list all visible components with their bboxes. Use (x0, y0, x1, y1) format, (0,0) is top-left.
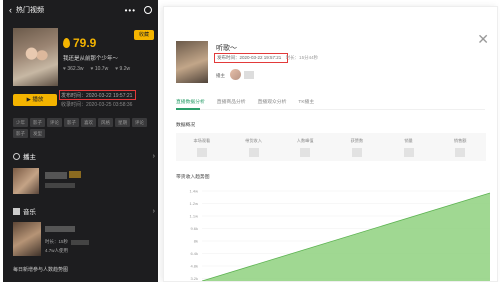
tab-live-audience[interactable]: 直播观众分析 (258, 98, 287, 105)
phone-panel: ‹ 热门视频 ••• 79.9 收藏 我还是从前那个少年～ 362.3w 10.… (3, 0, 158, 282)
summary-metrics: 本场观看 带货收入 人数峰值 获赞数 销量 销售额 (176, 133, 486, 161)
tag[interactable]: 影子 (64, 118, 79, 127)
metric-label: 销售额 (453, 138, 467, 143)
owner-name-redacted (45, 172, 67, 179)
y-tick-label: 1.4w (190, 189, 199, 194)
dialog-tabs: 直播数据分析 直播商品分析 直播观众分析 TK播主 (176, 98, 485, 110)
revenue-trend-chart: 1.4w 1.2w 1.1w 9.6k 8k 6.4k 4.8k 3.2k (190, 189, 491, 281)
y-tick-label: 3.2k (190, 276, 198, 281)
record-time: 收录时间：2020-03-25 03:58:36 (61, 102, 133, 108)
metric-label: 销量 (404, 138, 413, 143)
owner-section-header[interactable]: 播主 › (13, 151, 155, 161)
owner-section-title: 播主 (23, 154, 36, 161)
owner-avatar[interactable] (13, 168, 39, 194)
flame-icon (63, 38, 70, 48)
trend-footer: 每日新增参与人数趋势图 (13, 267, 69, 273)
y-tick-label: 9.6k (190, 226, 198, 231)
y-tick-label: 8k (194, 239, 198, 244)
owner-icon (13, 152, 20, 160)
metric-value-redacted (403, 148, 414, 157)
metric-label: 带货收入 (245, 138, 262, 143)
y-tick-label: 4.8k (190, 264, 198, 269)
metric-card: 本场观看 (176, 133, 228, 161)
live-publish-value: 发布时间：2020-03-22 19:57:21 (217, 55, 282, 60)
live-detail-dialog: ✕ 听歌～ 发布时间：2020-03-22 19:57:21 时长：15分44秒… (163, 6, 498, 282)
phone-topbar: ‹ 热门视频 ••• (3, 0, 158, 20)
tab-tk-owner[interactable]: TK播主 (298, 98, 314, 105)
tag[interactable]: 影子 (30, 118, 45, 127)
collect-button[interactable]: 收藏 (134, 30, 154, 40)
phone-title: 热门视频 (16, 7, 44, 14)
publish-time: 发布时间：2020-03-22 19:57:21 (61, 92, 133, 99)
metric-card: 销售额 (434, 133, 486, 161)
live-title: 听歌～ (216, 45, 237, 52)
y-tick-label: 6.4k (190, 251, 198, 256)
video-cover[interactable] (13, 28, 58, 86)
tag-list: 少年 影子 评论 影子 喜欢 风格 星期 评论 影子 发型 (13, 118, 153, 138)
summary-title: 数据概况 (176, 123, 196, 128)
metric-value-redacted (455, 148, 466, 157)
play-button[interactable]: ▶ 播放 (13, 94, 57, 106)
music-section-title: 音乐 (23, 209, 36, 216)
metric-label: 获赞数 (350, 138, 364, 143)
tab-live-data[interactable]: 直播数据分析 (176, 98, 205, 105)
tag[interactable]: 影子 (13, 129, 28, 138)
metric-card: 带货收入 (228, 133, 280, 161)
metric-label: 本场观看 (193, 138, 211, 143)
like-count: 362.3w (63, 66, 83, 72)
owner-name-redacted (244, 71, 254, 79)
tag[interactable]: 发型 (30, 129, 45, 138)
chevron-right-icon: › (152, 207, 155, 215)
close-icon[interactable]: ✕ (477, 31, 489, 48)
y-tick-label: 1.2w (190, 201, 199, 206)
share-count: 9.2w (115, 66, 131, 72)
price-row: 79.9 (63, 36, 96, 50)
music-name-redacted (45, 226, 75, 232)
tag[interactable]: 星期 (115, 118, 130, 127)
music-section-header[interactable]: 音乐 › (13, 206, 155, 216)
music-thumbnail[interactable] (13, 222, 41, 256)
music-extra-redacted (71, 240, 89, 245)
metric-value-redacted (196, 148, 207, 157)
music-duration: 时长：15秒 (45, 239, 69, 244)
tag[interactable]: 喜欢 (81, 118, 96, 127)
metric-card: 销量 (383, 133, 435, 161)
owner-avatar[interactable] (230, 69, 241, 80)
y-tick-label: 1.1w (190, 214, 199, 219)
video-caption: 我还是从前那个少年～ (63, 56, 119, 62)
tag[interactable]: 少年 (13, 118, 28, 127)
metric-value-redacted (300, 148, 311, 157)
live-publish-time: 发布时间：2020-03-22 19:57:21 时长：15分44秒 (217, 55, 318, 61)
metric-label: 人数峰值 (296, 138, 314, 143)
tab-live-products[interactable]: 直播商品分析 (217, 98, 246, 105)
chart-title: 带货收入趋势图 (176, 175, 210, 180)
target-icon[interactable] (144, 6, 152, 14)
tag[interactable]: 评论 (47, 118, 62, 127)
owner-badge (69, 171, 81, 178)
metric-value-redacted (351, 148, 362, 157)
more-icon[interactable]: ••• (125, 6, 136, 15)
screen: ‹ 热门视频 ••• 79.9 收藏 我还是从前那个少年～ 362.3w 10.… (0, 0, 500, 282)
tag[interactable]: 风格 (98, 118, 113, 127)
owner-sub-redacted (45, 183, 75, 188)
active-tab-indicator (176, 108, 200, 110)
music-usage: 4.7w人使用 (45, 248, 69, 253)
metric-card: 人数峰值 (279, 133, 331, 161)
comment-count: 10.7w (90, 66, 108, 72)
video-stats: 362.3w 10.7w 9.2w (63, 66, 130, 72)
live-duration: 时长：15分44秒 (285, 55, 319, 60)
live-cover (176, 41, 208, 83)
music-icon (13, 207, 20, 215)
tag[interactable]: 评论 (132, 118, 147, 127)
metric-card: 获赞数 (331, 133, 383, 161)
owner-label: 播主 (216, 73, 225, 78)
hot-value: 79.9 (73, 36, 97, 50)
metric-value-redacted (248, 148, 259, 157)
back-icon[interactable]: ‹ (9, 5, 12, 15)
chevron-right-icon: › (152, 152, 155, 160)
